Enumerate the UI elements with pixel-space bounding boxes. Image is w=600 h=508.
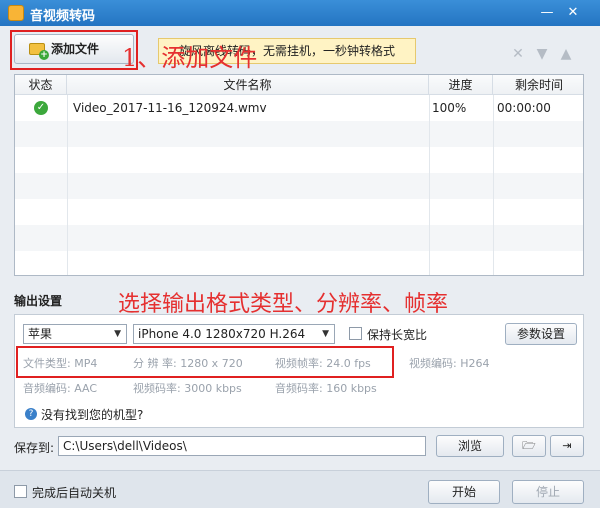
chevron-down-icon: ▼ [322, 329, 329, 339]
column-header-remaining[interactable]: 剩余时间 [493, 75, 583, 95]
highlight-box-params [16, 346, 394, 378]
device-select-value: 苹果 [28, 327, 53, 341]
chevron-down-icon: ▼ [114, 329, 121, 339]
column-divider [493, 95, 494, 275]
start-button[interactable]: 开始 [428, 480, 500, 504]
arrow-down-icon[interactable]: ▼ [534, 46, 550, 62]
param-video-bitrate: 视频码率: 3000 kbps [133, 382, 242, 395]
close-button[interactable]: ✕ [562, 3, 584, 23]
export-button[interactable]: ⇥ [550, 435, 584, 457]
column-divider [67, 95, 68, 275]
param-video-codec: 视频编码: H264 [409, 357, 490, 370]
empty-row [15, 147, 583, 173]
folder-open-icon: 🗁 [522, 439, 536, 452]
window-title: 音视频转码 [30, 9, 96, 24]
params-settings-button[interactable]: 参数设置 [505, 323, 577, 345]
column-header-status[interactable]: 状态 [15, 75, 67, 95]
save-to-label: 保存到: [14, 441, 55, 455]
param-audio-bitrate: 音频码率: 160 kbps [275, 382, 377, 395]
export-icon: ⇥ [562, 439, 572, 452]
app-icon [8, 5, 24, 21]
auto-shutdown-checkbox[interactable] [14, 485, 27, 498]
empty-row [15, 173, 583, 199]
empty-row [15, 251, 583, 275]
empty-row [15, 199, 583, 225]
toolbar: 添加文件 旋风离线转码，无需挂机，一秒钟转格式 1、添加文件 ✕ ▼ ▲ [0, 26, 600, 72]
arrow-up-icon[interactable]: ▲ [558, 46, 574, 62]
help-link[interactable]: 没有找到您的机型? [41, 406, 143, 423]
auto-shutdown-label[interactable]: 完成后自动关机 [32, 484, 116, 501]
stop-button[interactable]: 停止 [512, 480, 584, 504]
empty-row [15, 225, 583, 251]
annotation-add-file: 1、添加文件 [122, 44, 258, 72]
column-divider [429, 95, 430, 275]
param-audio-codec: 音频编码: AAC [23, 382, 98, 395]
file-table: 状态 文件名称 进度 剩余时间 ✓ Video_2017-11-16_12092… [14, 74, 584, 276]
keep-ratio-label[interactable]: 保持长宽比 [367, 326, 427, 343]
keep-ratio-checkbox[interactable] [349, 327, 362, 340]
table-row[interactable]: ✓ Video_2017-11-16_120924.wmv 100% 00:00… [15, 95, 583, 121]
output-settings-title: 输出设置 [14, 294, 63, 308]
file-name: Video_2017-11-16_120924.wmv [73, 101, 267, 115]
minimize-button[interactable]: — [536, 3, 558, 23]
empty-row [15, 121, 583, 147]
footer-bar: 完成后自动关机 开始 停止 [0, 470, 600, 508]
highlight-box-add [10, 30, 138, 70]
device-select[interactable]: 苹果 ▼ [23, 324, 127, 344]
file-remaining: 00:00:00 [497, 101, 551, 115]
table-header: 状态 文件名称 进度 剩余时间 [15, 75, 583, 95]
title-bar: 音视频转码 — ✕ [0, 0, 600, 26]
help-icon[interactable]: ? [25, 408, 37, 420]
check-icon: ✓ [34, 101, 48, 115]
close-icon[interactable]: ✕ [510, 46, 526, 62]
preset-select-value: iPhone 4.0 1280x720 H.264 [138, 327, 306, 341]
file-progress: 100% [432, 101, 467, 115]
save-path-input[interactable]: C:\Users\dell\Videos\ [58, 436, 426, 456]
open-folder-button[interactable]: 🗁 [512, 435, 546, 457]
column-header-progress[interactable]: 进度 [429, 75, 493, 95]
browse-button[interactable]: 浏览 [436, 435, 504, 457]
column-header-name[interactable]: 文件名称 [67, 75, 429, 95]
preset-select[interactable]: iPhone 4.0 1280x720 H.264 ▼ [133, 324, 335, 344]
